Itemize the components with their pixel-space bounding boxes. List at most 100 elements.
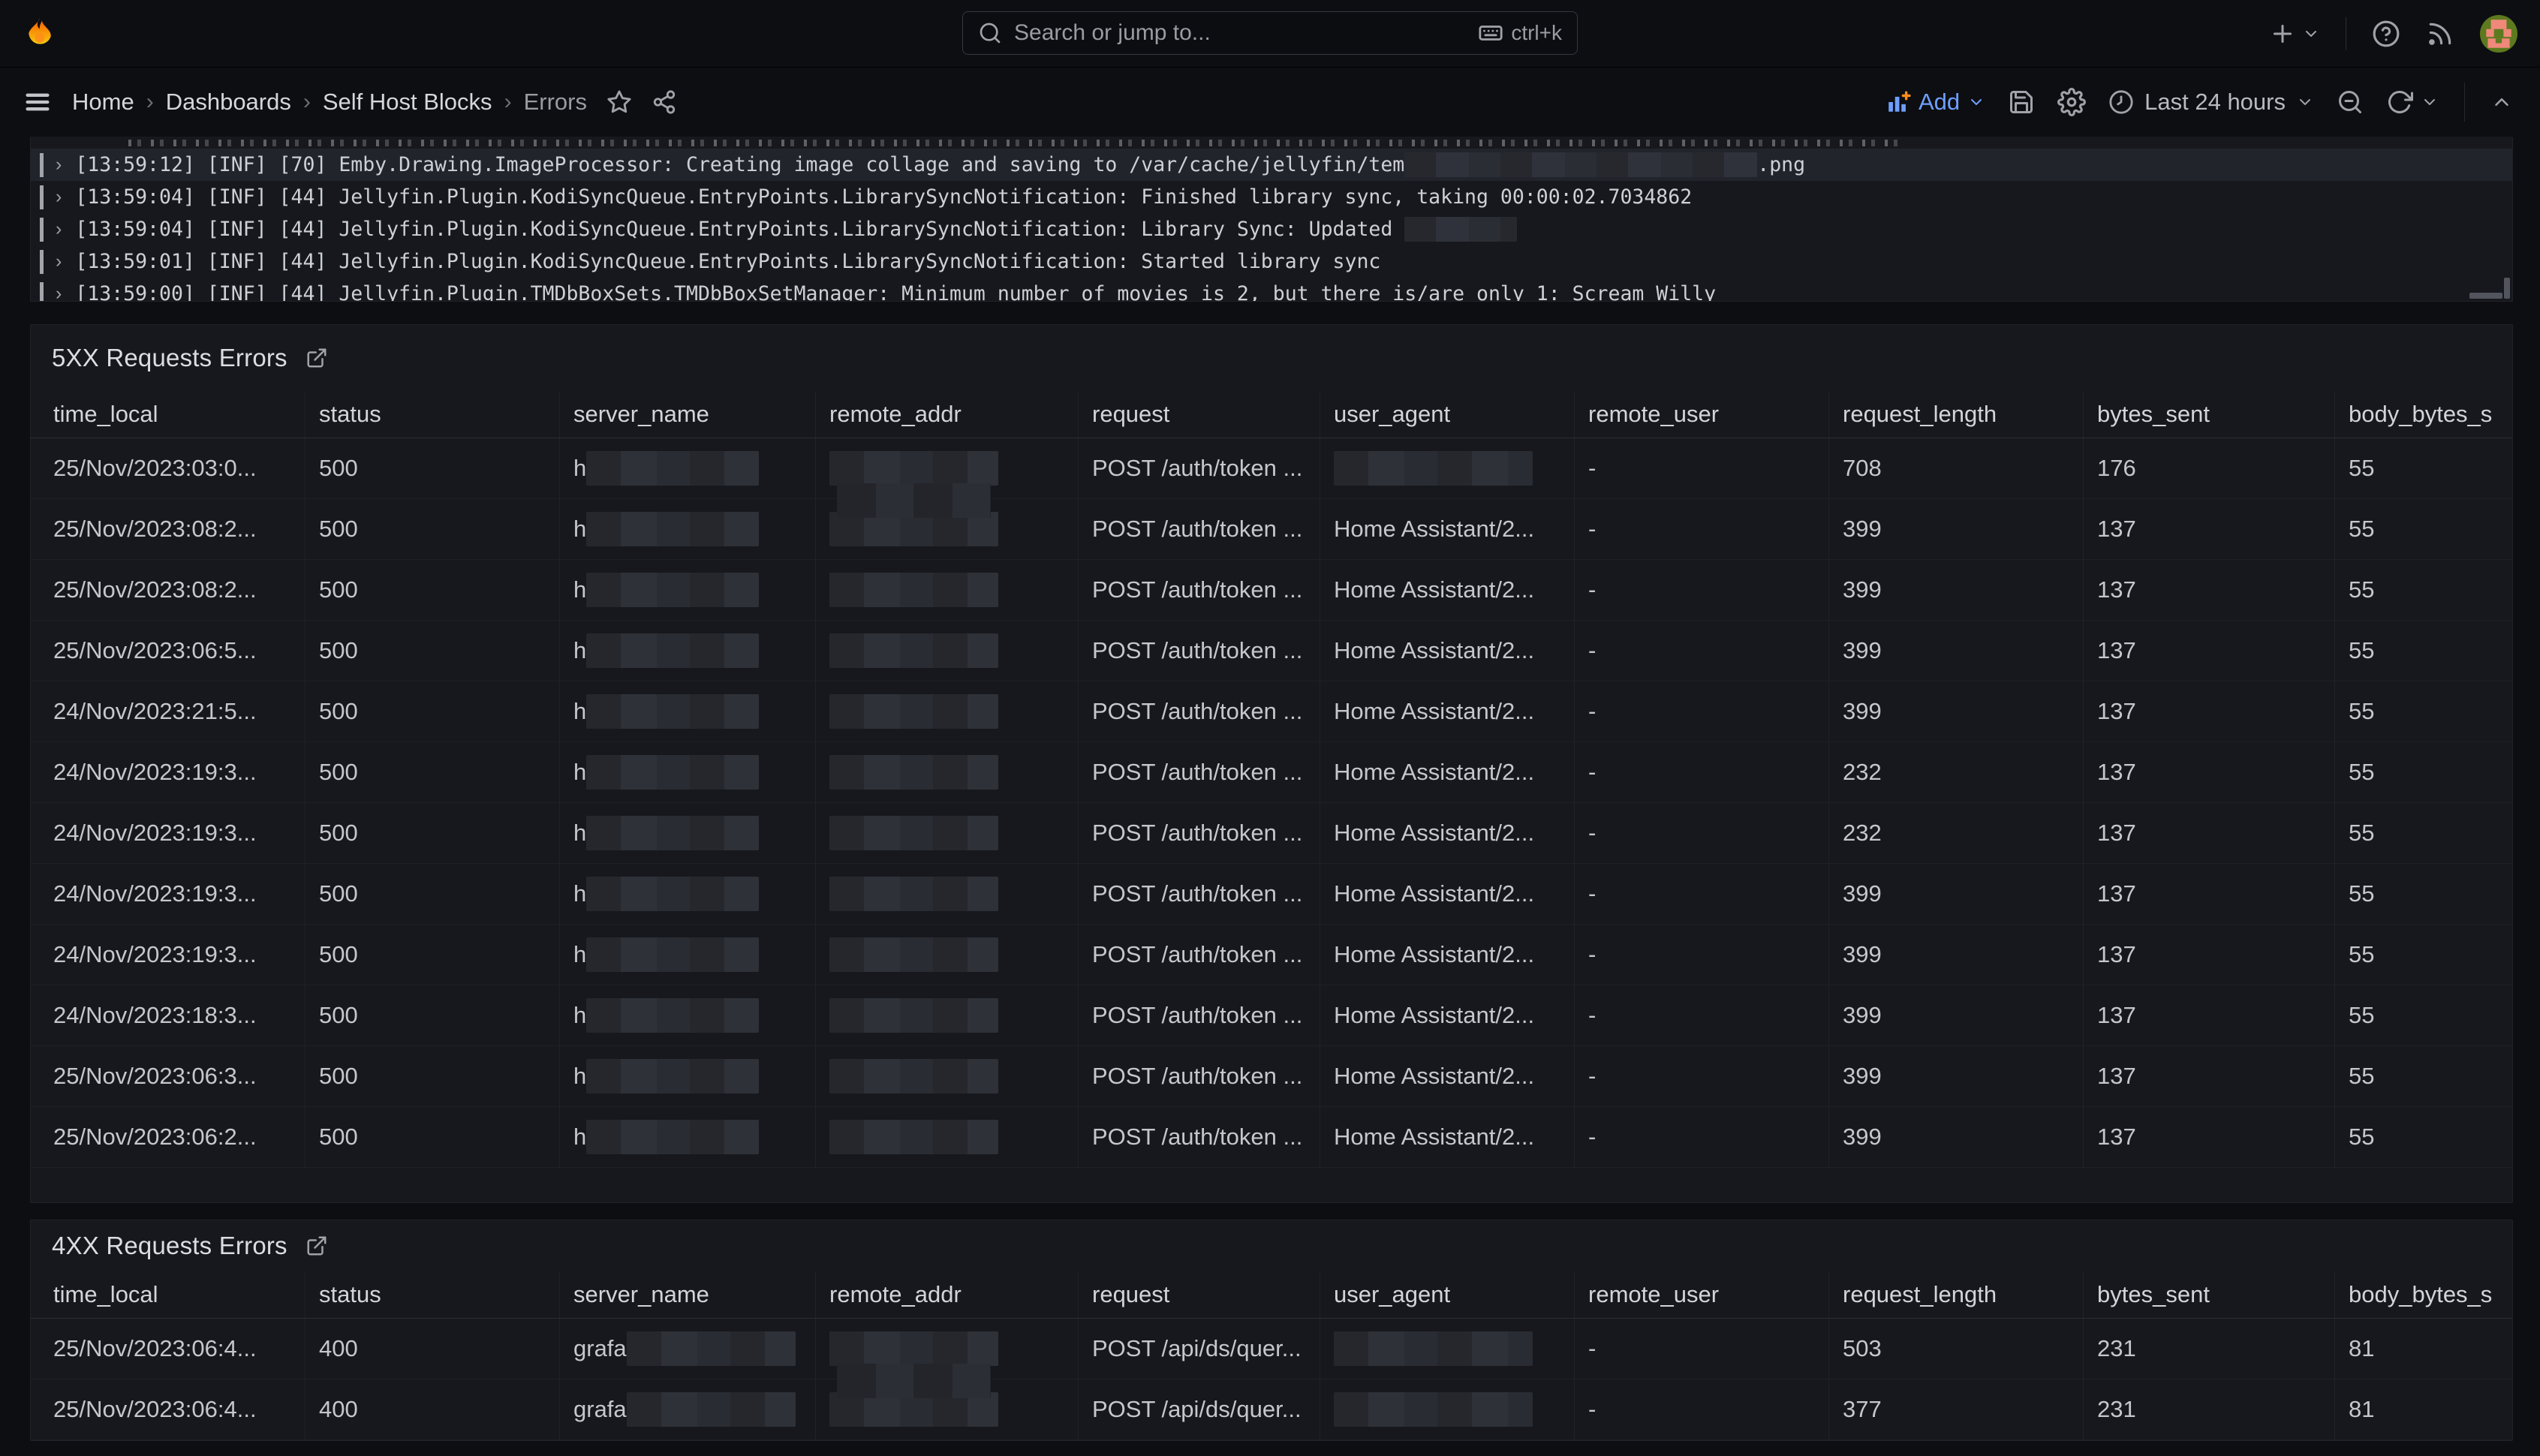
cell-time_local: 25/Nov/2023:06:4... [52,1379,305,1439]
panel-title[interactable]: 4XX Requests Errors [52,1232,287,1260]
redacted-blur [829,1059,998,1094]
cell-time_local: 24/Nov/2023:21:5... [52,681,305,742]
breadcrumb-dashboards[interactable]: Dashboards [166,89,291,116]
save-dashboard-button[interactable] [2008,89,2035,116]
dashboard-settings-button[interactable] [2057,88,2086,116]
column-header-remote_addr[interactable]: remote_addr [815,391,1078,438]
breadcrumb-dashboard-name[interactable]: Self Host Blocks [323,89,492,116]
cell-request_length: 399 [1828,985,2083,1045]
panel-4xx-requests-errors: 4XX Requests Errors time_localstatusserv… [30,1220,2513,1441]
cell-bytes_sent: 137 [2083,1046,2334,1106]
column-header-time_local[interactable]: time_local [52,1271,305,1318]
cell-request: POST /auth/token ... [1078,803,1320,863]
cell-remote_user: - [1574,864,1828,924]
expand-log-chevron[interactable]: › [56,218,62,240]
table-row: 25/Nov/2023:08:2...500hPOST /auth/token … [31,499,2512,560]
menu-toggle[interactable] [23,87,53,117]
cell-server_name: h [559,1046,815,1106]
column-header-bytes_sent[interactable]: bytes_sent [2083,1271,2334,1318]
add-panel-button[interactable]: Add [1885,89,1985,116]
scrollbar[interactable] [2469,273,2510,299]
redacted-blur [829,633,998,668]
column-header-request[interactable]: request [1078,391,1320,438]
column-header-request[interactable]: request [1078,1271,1320,1318]
redacted-blur [627,1392,796,1427]
expand-log-chevron[interactable]: › [56,283,62,302]
redacted-blur [586,816,759,850]
column-header-remote_addr[interactable]: remote_addr [815,1271,1078,1318]
column-header-body_bytes_sent[interactable]: body_bytes_sent [2334,1271,2492,1318]
cell-user_agent: Home Assistant/2... [1320,985,1574,1045]
log-level-indicator [40,282,44,302]
cell-status: 500 [305,742,559,802]
cell-request_length: 232 [1828,803,2083,863]
expand-log-chevron[interactable]: › [56,186,62,208]
cell-remote_user: - [1574,621,1828,681]
cell-bytes_sent: 137 [2083,1107,2334,1167]
grafana-logo[interactable] [23,17,57,51]
log-row: › [13:59:01] [INF] [44] Jellyfin.Plugin.K… [31,245,2512,278]
column-header-bytes_sent[interactable]: bytes_sent [2083,391,2334,438]
redacted-blur [586,633,759,668]
news-button[interactable] [2426,20,2454,48]
column-header-time_local[interactable]: time_local [52,391,305,438]
new-button[interactable] [2269,20,2320,47]
column-header-body_bytes_sent[interactable]: body_bytes_sent [2334,391,2492,438]
cell-user_agent [1320,1379,1574,1439]
cell-body_bytes_sent: 55 [2334,621,2492,681]
cell-bytes_sent: 176 [2083,438,2334,498]
column-header-request_length[interactable]: request_length [1828,1271,2083,1318]
cell-remote_user: - [1574,1319,1828,1379]
redacted-blur [829,755,998,790]
redacted-blur [586,1120,759,1154]
cell-request_length: 377 [1828,1379,2083,1439]
column-header-request_length[interactable]: request_length [1828,391,2083,438]
expand-log-chevron[interactable]: › [56,251,62,272]
search-input[interactable]: Search or jump to... ctrl+k [962,11,1578,55]
column-header-server_name[interactable]: server_name [559,391,815,438]
time-range-picker[interactable]: Last 24 hours [2108,89,2314,116]
cell-bytes_sent: 231 [2083,1319,2334,1379]
cell-bytes_sent: 137 [2083,985,2334,1045]
cell-bytes_sent: 137 [2083,925,2334,985]
breadcrumb: Home › Dashboards › Self Host Blocks › E… [72,89,587,116]
refresh-button[interactable] [2386,89,2439,116]
log-text: [13:59:01] [INF] [44] Jellyfin.Plugin.Ko… [75,250,2500,273]
breadcrumb-home[interactable]: Home [72,89,134,116]
search-icon [978,21,1002,45]
table-5xx: time_localstatusserver_nameremote_addrre… [31,391,2512,1168]
external-link-icon[interactable] [305,1235,328,1257]
redacted-blur [829,998,998,1033]
cell-request_length: 399 [1828,499,2083,559]
collapse-toolbar-button[interactable] [2490,91,2513,113]
cell-bytes_sent: 137 [2083,499,2334,559]
cell-time_local: 25/Nov/2023:06:4... [52,1319,305,1379]
zoom-out-button[interactable] [2337,89,2364,116]
cell-body_bytes_sent: 55 [2334,560,2492,620]
cell-status: 500 [305,925,559,985]
cell-body_bytes_sent: 55 [2334,681,2492,742]
cell-remote_user: - [1574,1107,1828,1167]
log-level-indicator [40,185,44,209]
column-header-remote_user[interactable]: remote_user [1574,391,1828,438]
avatar[interactable] [2480,15,2517,53]
cell-remote_addr [815,1319,1078,1379]
favorite-star-button[interactable] [606,89,632,115]
cell-status: 500 [305,864,559,924]
expand-log-chevron[interactable]: › [56,154,62,176]
share-button[interactable] [652,89,677,115]
column-header-status[interactable]: status [305,391,559,438]
help-button[interactable] [2372,20,2400,48]
column-header-server_name[interactable]: server_name [559,1271,815,1318]
cell-user_agent [1320,1319,1574,1379]
external-link-icon[interactable] [305,347,328,369]
redacted-blur [586,998,759,1033]
cell-bytes_sent: 137 [2083,560,2334,620]
cell-remote_user: - [1574,1379,1828,1439]
column-header-user_agent[interactable]: user_agent [1320,1271,1574,1318]
panel-title[interactable]: 5XX Requests Errors [52,344,287,372]
column-header-remote_user[interactable]: remote_user [1574,1271,1828,1318]
cell-request_length: 232 [1828,742,2083,802]
column-header-status[interactable]: status [305,1271,559,1318]
column-header-user_agent[interactable]: user_agent [1320,391,1574,438]
